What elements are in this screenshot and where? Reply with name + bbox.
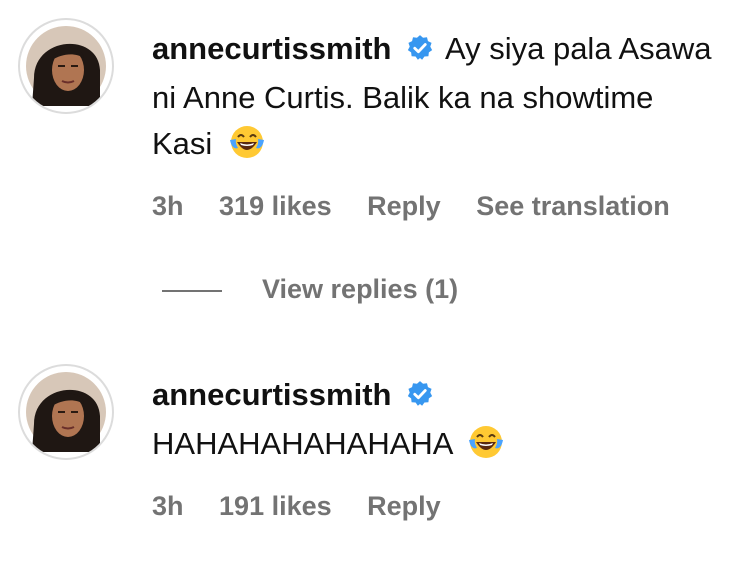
laughing-tears-emoji-icon: [468, 424, 504, 473]
profile-photo-icon: [26, 372, 106, 452]
see-translation-button[interactable]: See translation: [476, 191, 670, 221]
comment-text: HAHAHAHAHAHAHA: [152, 426, 452, 461]
profile-photo-icon: [26, 26, 106, 106]
comment-body: annecurtissmith HAHAHAHAHAHAHA 3h 191 li…: [152, 372, 712, 522]
username-link[interactable]: annecurtissmith: [152, 377, 391, 412]
avatar[interactable]: [18, 364, 114, 460]
reply-button[interactable]: Reply: [367, 191, 441, 221]
likes-count[interactable]: 191 likes: [219, 491, 332, 521]
timestamp: 3h: [152, 191, 184, 221]
reply-button[interactable]: Reply: [367, 491, 441, 521]
comment-body: annecurtissmith Ay siya pala Asawa ni An…: [152, 26, 712, 222]
comment-meta: 3h 319 likes Reply See translation: [152, 191, 712, 222]
avatar[interactable]: [18, 18, 114, 114]
view-replies-button[interactable]: View replies (1): [162, 274, 458, 305]
username-link[interactable]: annecurtissmith: [152, 31, 391, 66]
verified-badge-icon: [406, 375, 434, 421]
comment-text-block: annecurtissmith Ay siya pala Asawa ni An…: [152, 26, 712, 173]
verified-badge-icon: [406, 29, 434, 75]
laughing-tears-emoji-icon: [229, 124, 265, 173]
comment-meta: 3h 191 likes Reply: [152, 491, 712, 522]
timestamp: 3h: [152, 491, 184, 521]
likes-count[interactable]: 319 likes: [219, 191, 332, 221]
view-replies-label: View replies (1): [262, 274, 459, 304]
comment-text-block: annecurtissmith HAHAHAHAHAHAHA: [152, 372, 712, 473]
replies-divider-line: [162, 289, 222, 292]
